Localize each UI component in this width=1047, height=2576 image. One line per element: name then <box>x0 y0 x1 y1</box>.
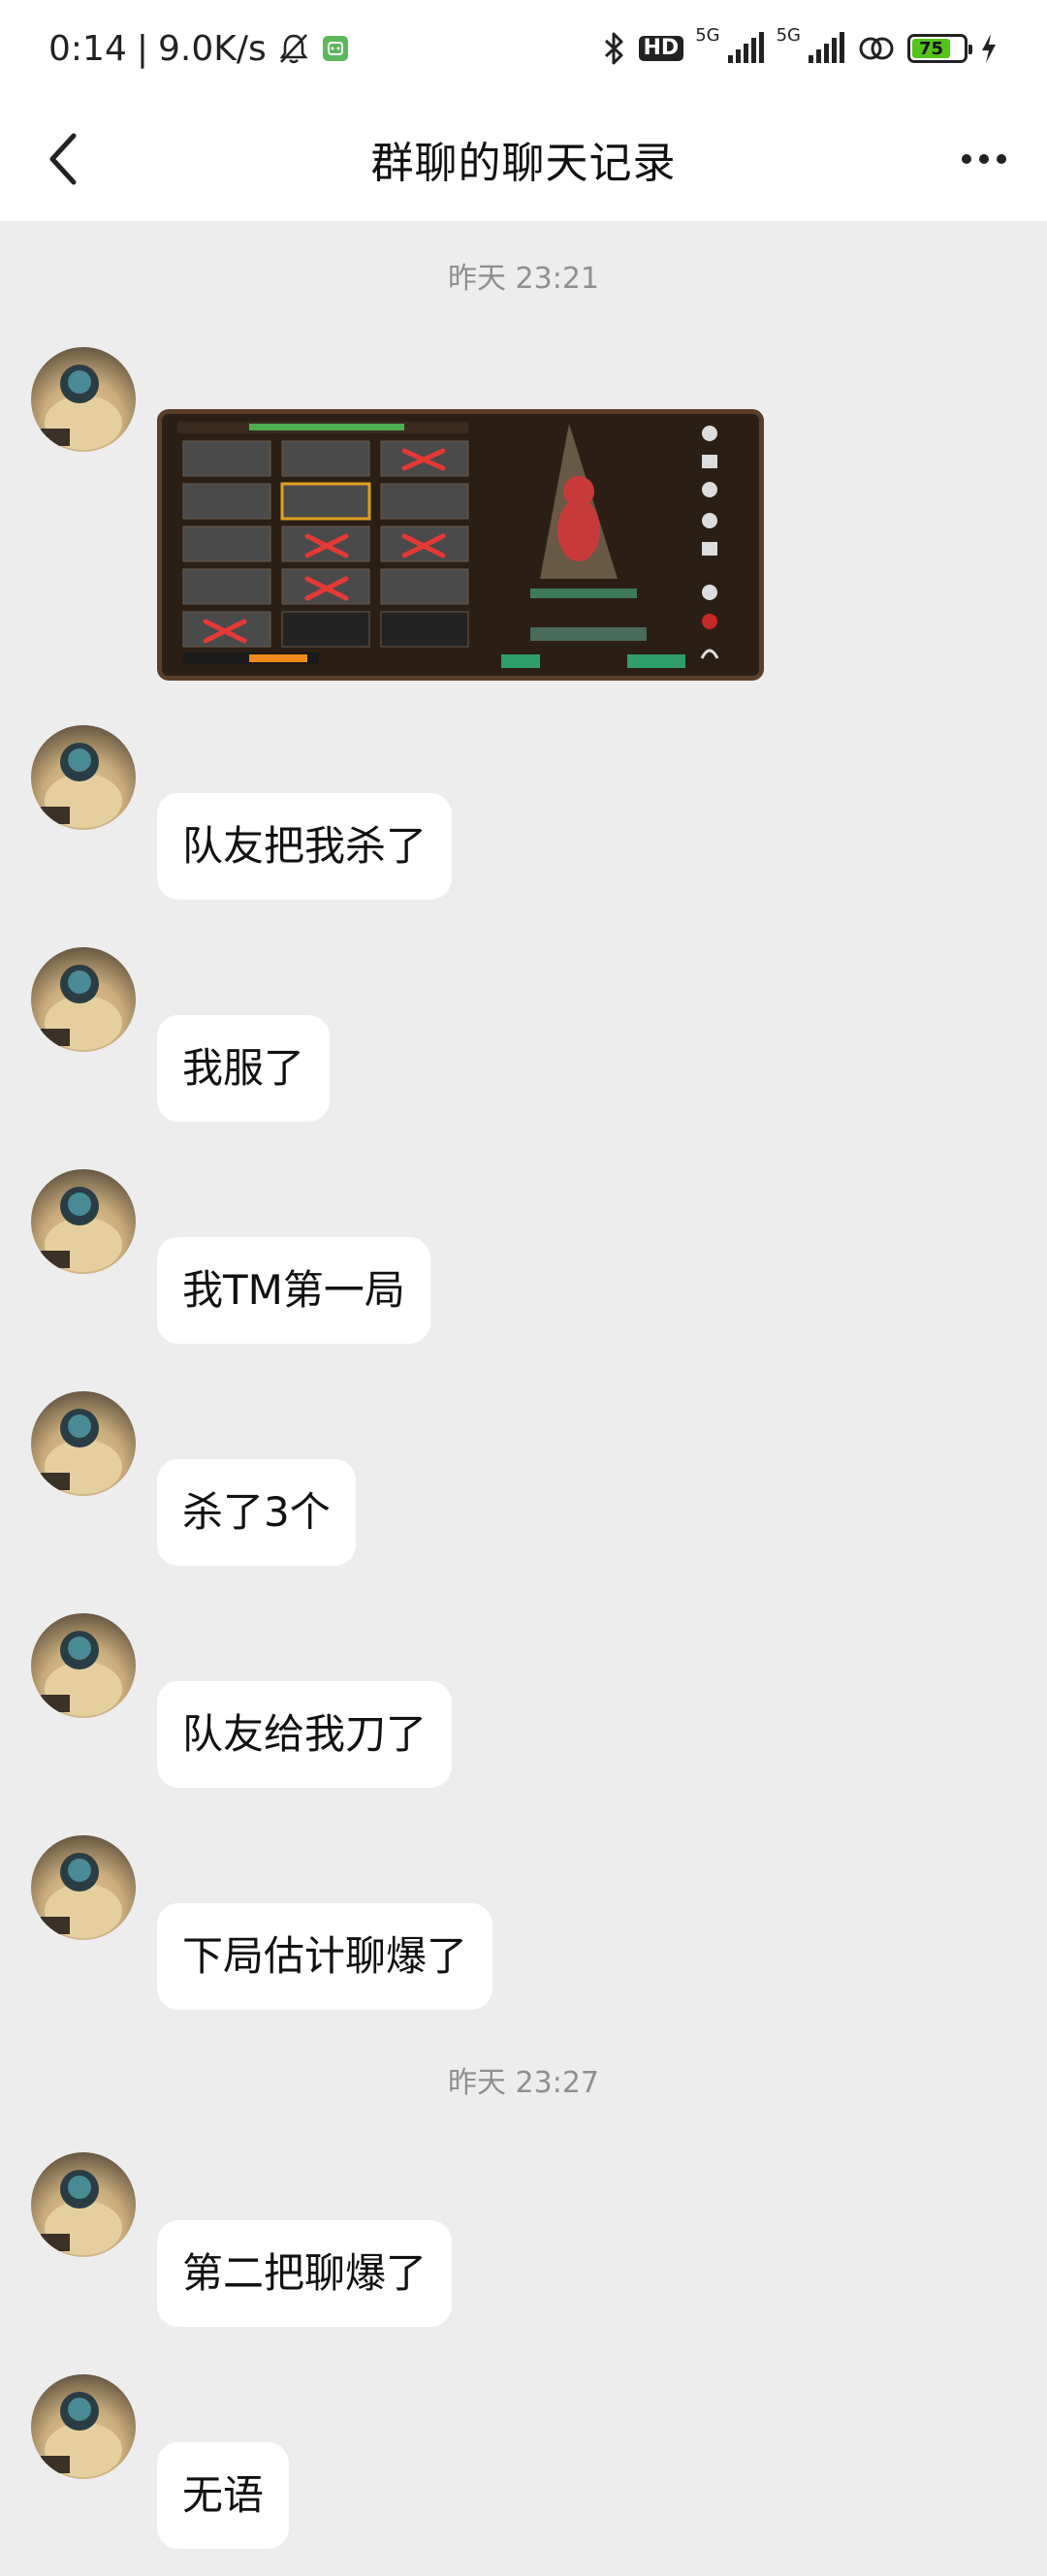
network-type-2: 5G <box>776 24 801 46</box>
avatar[interactable] <box>31 1835 136 1940</box>
bluetooth-icon <box>602 29 627 68</box>
status-bar: 0:14 | 9.0K/s HD 5G 5G 75 <box>0 0 1047 97</box>
timestamp: 昨天 23:27 <box>448 2066 599 2100</box>
more-dots-icon <box>962 154 971 164</box>
signal-icon <box>726 32 765 65</box>
signal-icon-2 <box>807 32 845 65</box>
timestamp: 昨天 23:21 <box>448 262 599 296</box>
back-button[interactable] <box>35 128 93 190</box>
battery-fill: 75 <box>912 39 950 59</box>
status-left: 0:14 | 9.0K/s <box>48 29 350 69</box>
nav-bar: 群聊的聊天记录 <box>0 97 1047 221</box>
avatar[interactable] <box>31 347 136 452</box>
avatar[interactable] <box>31 1391 136 1496</box>
message-item: 下局估计聊爆了 <box>31 1835 1000 2029</box>
chat-history-screen: 0:14 | 9.0K/s HD 5G 5G 75 群聊的聊天记录 昨天 23:… <box>0 0 1047 2576</box>
message-item <box>31 347 1000 696</box>
message-bubble[interactable]: 无语 <box>157 2442 290 2549</box>
message-bubble[interactable]: 队友给我刀了 <box>157 1681 453 1788</box>
message-bubble[interactable]: 队友把我杀了 <box>157 793 453 900</box>
status-time: 0:14 <box>48 28 127 69</box>
avatar[interactable] <box>31 947 136 1052</box>
chat-list[interactable]: 昨天 23:21 队友把我杀了 我服了 我TM第一局 杀了3个 队友给我刀了 下… <box>0 221 1047 2576</box>
message-item: 第二把聊爆了 <box>31 2152 1000 2346</box>
message-bubble[interactable]: 我TM第一局 <box>157 1237 430 1344</box>
avatar[interactable] <box>31 2152 136 2257</box>
hd-badge: HD <box>638 36 684 61</box>
message-item: 队友把我杀了 <box>31 725 1000 919</box>
network-speed: 9.0K/s <box>157 28 267 69</box>
charging-icon <box>979 32 999 65</box>
page-title: 群聊的聊天记录 <box>370 139 677 188</box>
message-bubble[interactable]: 杀了3个 <box>157 1459 356 1566</box>
avatar[interactable] <box>31 2374 136 2479</box>
battery-indicator: 75 <box>907 34 972 63</box>
status-right: HD 5G 5G 75 <box>602 25 999 68</box>
message-item: 我TM第一局 <box>31 1169 1000 1363</box>
game-screenshot-image[interactable] <box>157 409 764 681</box>
message-item: 无语 <box>31 2374 1000 2568</box>
more-options-button[interactable] <box>950 132 1018 186</box>
status-separator: | <box>136 28 148 69</box>
avatar[interactable] <box>31 1613 136 1718</box>
message-bubble[interactable]: 我服了 <box>157 1015 331 1122</box>
mute-bell-icon <box>276 31 311 66</box>
bottom-edge <box>0 2564 1047 2576</box>
message-item: 我服了 <box>31 947 1000 1141</box>
chevron-left-icon <box>49 133 77 185</box>
link-icon <box>857 31 896 66</box>
avatar[interactable] <box>31 725 136 830</box>
message-item: 队友给我刀了 <box>31 1613 1000 1807</box>
message-item: 杀了3个 <box>31 1391 1000 1585</box>
network-type-1: 5G <box>695 24 720 46</box>
message-bubble[interactable]: 下局估计聊爆了 <box>157 1903 493 2010</box>
message-bubble[interactable]: 第二把聊爆了 <box>157 2220 453 2327</box>
avatar[interactable] <box>31 1169 136 1274</box>
app-notification-icon <box>321 34 350 63</box>
